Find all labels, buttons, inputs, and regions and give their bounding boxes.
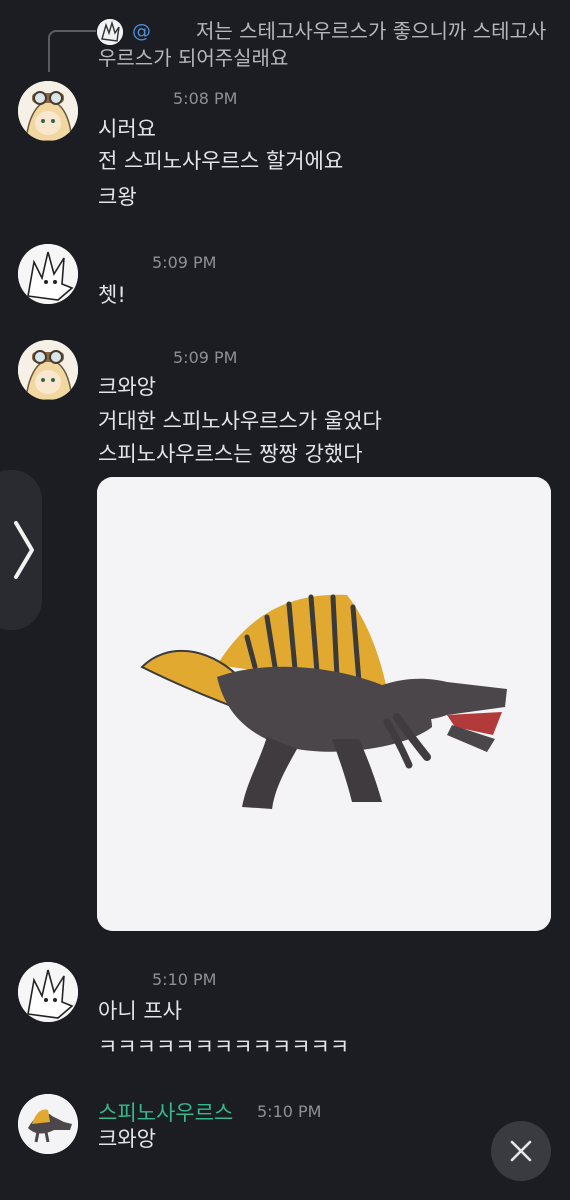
message-line[interactable]: 시러요 xyxy=(98,112,156,146)
message-line[interactable]: 거대한 스피노사우르스가 울었다 xyxy=(98,404,382,438)
avatar[interactable] xyxy=(18,962,78,1022)
message-line[interactable]: 전 스피노사우르스 할거에요 xyxy=(98,144,343,178)
message-timestamp: 5:08 PM xyxy=(173,89,238,108)
close-icon xyxy=(510,1140,532,1162)
reply-text[interactable]: 저는 스테고사우르스가 좋으니까 스테고사우르스가 되어주실래요 xyxy=(98,18,553,72)
message-line[interactable]: 아니 프사 xyxy=(98,994,182,1028)
message-line[interactable]: 크와앙 xyxy=(98,370,156,404)
image-attachment[interactable] xyxy=(97,477,551,931)
message-line[interactable]: 스피노사우르스는 짱짱 강했다 xyxy=(98,437,363,471)
avatar[interactable] xyxy=(18,81,78,141)
message-timestamp: 5:09 PM xyxy=(173,348,238,367)
reply-connector xyxy=(48,30,96,72)
message-timestamp: 5:09 PM xyxy=(152,253,217,272)
message-timestamp: 5:10 PM xyxy=(257,1102,322,1121)
close-button[interactable] xyxy=(491,1121,551,1181)
message-line[interactable]: 크와앙 xyxy=(98,1122,156,1156)
avatar[interactable] xyxy=(18,244,78,304)
message-timestamp: 5:10 PM xyxy=(152,970,217,989)
message-line[interactable]: 크왕 xyxy=(98,180,137,214)
avatar[interactable] xyxy=(18,340,78,400)
message-line[interactable]: ㅋㅋㅋㅋㅋㅋㅋㅋㅋㅋㅋㅋㅋ xyxy=(98,1030,349,1064)
avatar[interactable] xyxy=(18,1094,78,1154)
spinosaurus-image xyxy=(97,477,551,931)
message-line[interactable]: 쳇! xyxy=(98,278,126,312)
chevron-right-icon[interactable] xyxy=(8,515,38,585)
